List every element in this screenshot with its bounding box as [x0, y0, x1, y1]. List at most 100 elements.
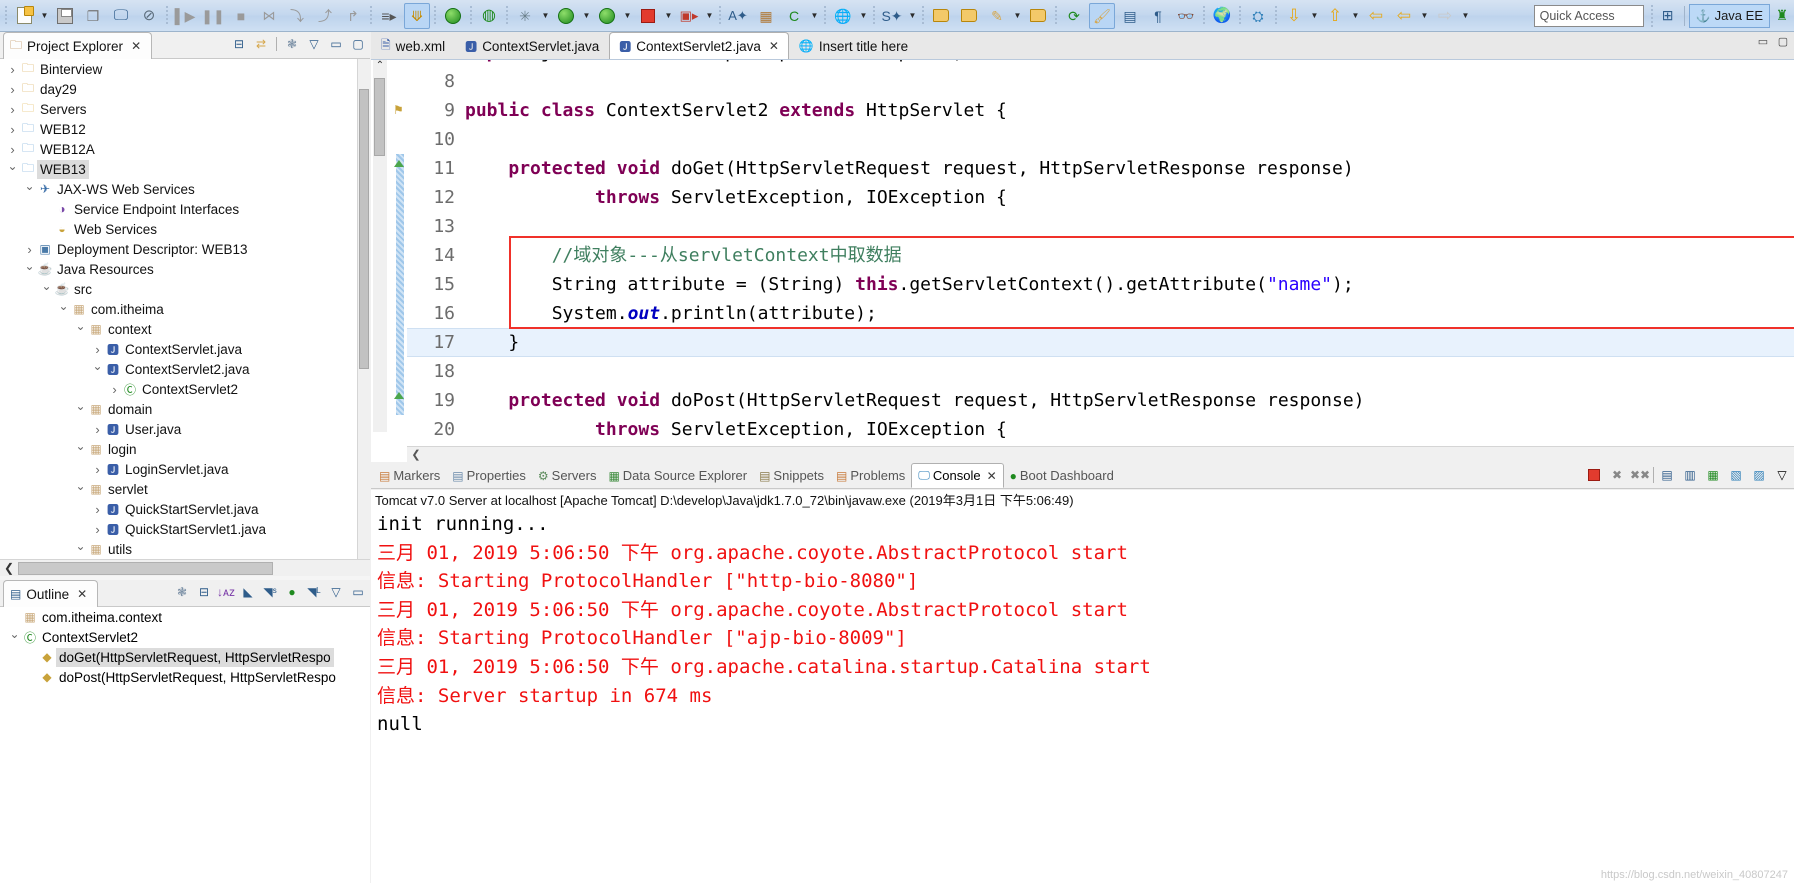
new-class-dropdown-arrow[interactable]: ▼: [808, 3, 821, 29]
skip-breakpoints-icon[interactable]: ⟱: [404, 2, 430, 29]
disconnect-icon[interactable]: ⋈: [256, 3, 282, 29]
code-line[interactable]: 11 protected void doGet(HttpServletReque…: [407, 154, 1794, 183]
collapse-twisty-icon[interactable]: [40, 282, 53, 296]
suspend-icon[interactable]: ❚❚: [200, 3, 226, 29]
close-icon[interactable]: ✕: [987, 469, 997, 483]
tree-item[interactable]: ◒ Web Services: [0, 219, 370, 239]
code-line[interactable]: 7 import javax.servlet.http.HttpServletRe…: [407, 60, 1794, 67]
export-icon[interactable]: ⇧: [1322, 3, 1348, 29]
tree-item[interactable]: ◆ doGet(HttpServletRequest, HttpServletRe…: [0, 647, 370, 667]
console-tab-data-source-explorer[interactable]: ▦ Data Source Explorer: [602, 464, 753, 488]
tree-item[interactable]: 🗀WEB13: [0, 159, 370, 179]
hide-fields-icon[interactable]: ◣: [239, 583, 257, 601]
run-server-dropdown-arrow[interactable]: ▼: [621, 3, 634, 29]
quick-access-input[interactable]: Quick Access: [1533, 4, 1644, 27]
tree-item[interactable]: 🅹 LoginServlet.java: [0, 459, 370, 479]
code-line[interactable]: 8: [407, 67, 1794, 96]
step-return-icon[interactable]: ↱: [340, 3, 366, 29]
code-line[interactable]: 19 protected void doPost(HttpServletRequ…: [407, 386, 1794, 415]
collapse-twisty-icon[interactable]: [23, 182, 36, 196]
project-tree-hscrollbar[interactable]: ❮: [0, 559, 370, 576]
pencil-icon[interactable]: ✎: [984, 3, 1010, 29]
view-menu-icon[interactable]: ▽: [305, 35, 323, 53]
run-icon[interactable]: [553, 3, 579, 29]
forward-dropdown-arrow[interactable]: ▼: [1459, 3, 1472, 29]
collapse-twisty-icon[interactable]: [74, 402, 87, 416]
run-dropdown-arrow[interactable]: ▼: [580, 3, 593, 29]
scroll-lock-icon[interactable]: ▧: [1726, 465, 1746, 485]
collapse-twisty-icon[interactable]: [6, 162, 19, 176]
code-line[interactable]: 18: [407, 357, 1794, 386]
folding-marker-icon[interactable]: [394, 160, 404, 167]
open-type-icon[interactable]: [1025, 3, 1051, 29]
pencil-dropdown-arrow[interactable]: ▼: [1011, 3, 1024, 29]
open-folder-icon[interactable]: [956, 3, 982, 29]
new-web-dropdown-arrow[interactable]: ▼: [857, 3, 870, 29]
console-tab-console[interactable]: 🖵 Console ✕: [911, 463, 1004, 488]
search-dropdown-arrow[interactable]: ▼: [906, 3, 919, 29]
collapse-twisty-icon[interactable]: [74, 542, 87, 556]
tree-item[interactable]: ▦ servlet: [0, 479, 370, 499]
expand-twisty-icon[interactable]: [91, 462, 104, 477]
import-dropdown-arrow[interactable]: ▼: [1308, 3, 1321, 29]
terminate-icon[interactable]: ■: [228, 3, 254, 29]
folding-marker-icon[interactable]: [394, 392, 404, 399]
display-selected-console-icon[interactable]: ▦: [1703, 465, 1723, 485]
tree-item[interactable]: 🅹 User.java: [0, 419, 370, 439]
new-wizard-icon[interactable]: [11, 3, 37, 29]
close-icon[interactable]: ✕: [769, 39, 779, 53]
expand-twisty-icon[interactable]: [6, 102, 19, 117]
perspective-java-ee[interactable]: ⚓ Java EE: [1688, 3, 1770, 28]
expand-twisty-icon[interactable]: [91, 522, 104, 537]
minimize-icon[interactable]: ▭: [349, 583, 367, 601]
project-tree[interactable]: 🗀Binterview🗀day29🗀Servers🗀WEB12🗀WEB12A🗀W…: [0, 59, 370, 559]
expand-twisty-icon[interactable]: [6, 142, 19, 157]
code-editor[interactable]: ⌃ ⚑ 7 import javax.servlet.http.HttpServl…: [371, 60, 1794, 462]
console-tab-problems[interactable]: ▤ Problems: [830, 464, 911, 488]
save-icon[interactable]: [52, 3, 78, 29]
console-tab-markers[interactable]: ▤ Markers: [373, 464, 446, 488]
pin-console-icon[interactable]: ▥: [1680, 465, 1700, 485]
editor-tab-web-xml[interactable]: 🗎 web.xml: [371, 32, 456, 59]
collapse-twisty-icon[interactable]: [74, 442, 87, 456]
editor-hscrollbar[interactable]: ❮: [407, 446, 1794, 462]
expand-twisty-icon[interactable]: [91, 342, 104, 357]
start-server-icon[interactable]: [440, 3, 466, 29]
collapse-twisty-icon[interactable]: [91, 362, 104, 376]
back-history-icon[interactable]: ⇦: [1391, 3, 1417, 29]
close-icon[interactable]: ✕: [77, 587, 87, 601]
globe-icon[interactable]: 🌍: [1209, 3, 1235, 29]
debug-icon[interactable]: ✳: [512, 3, 538, 29]
preview-icon[interactable]: 👓: [1173, 3, 1199, 29]
tab-project-explorer[interactable]: 🗀 Project Explorer ✕: [3, 32, 153, 59]
tree-item[interactable]: 🅹 ContextServlet2.java: [0, 359, 370, 379]
tree-item[interactable]: ▦ domain: [0, 399, 370, 419]
tree-item[interactable]: 🗀 day29: [0, 79, 370, 99]
print-icon[interactable]: 🖵: [108, 3, 134, 29]
refresh-icon[interactable]: ⟳: [1061, 3, 1087, 29]
tree-item[interactable]: ◆ doPost(HttpServletRequest, HttpServletR…: [0, 667, 370, 687]
remove-launch-icon[interactable]: ✖: [1607, 465, 1627, 485]
run-on-server-icon[interactable]: [594, 3, 620, 29]
tree-item[interactable]: 🅹 QuickStartServlet.java: [0, 499, 370, 519]
code-lines[interactable]: 7 import javax.servlet.http.HttpServletRe…: [407, 60, 1794, 440]
outline-tree[interactable]: ▦ com.itheima.context Ⓒ ContextServlet2 ◆ doG…: [0, 607, 370, 883]
hide-nonpublic-icon[interactable]: ●: [283, 583, 301, 601]
hide-static-icon[interactable]: ◥ˢ: [261, 583, 279, 601]
view-filter-icon[interactable]: ❃: [283, 35, 301, 53]
toggle-breakpoint-icon[interactable]: ⊘: [136, 3, 162, 29]
scroll-left-icon[interactable]: ❮: [407, 448, 425, 461]
collapse-twisty-icon[interactable]: [74, 322, 87, 336]
resume-icon[interactable]: ▌▶: [172, 3, 198, 29]
console-menu-icon[interactable]: ▽: [1772, 465, 1792, 485]
pilcrow-icon[interactable]: ¶: [1145, 3, 1171, 29]
new-annotation-icon[interactable]: A✦: [725, 3, 751, 29]
expand-twisty-icon[interactable]: [6, 62, 19, 77]
tree-item[interactable]: ▦ login: [0, 439, 370, 459]
code-line[interactable]: 20 throws ServletException, IOException …: [407, 415, 1794, 444]
tree-item[interactable]: ☕ src: [0, 279, 370, 299]
expand-twisty-icon[interactable]: [108, 382, 121, 397]
sort-az-icon[interactable]: ↓ᴀᴢ: [217, 583, 235, 601]
tree-item[interactable]: 🗀 WEB12: [0, 119, 370, 139]
publish-icon[interactable]: ▣▸: [676, 3, 702, 29]
